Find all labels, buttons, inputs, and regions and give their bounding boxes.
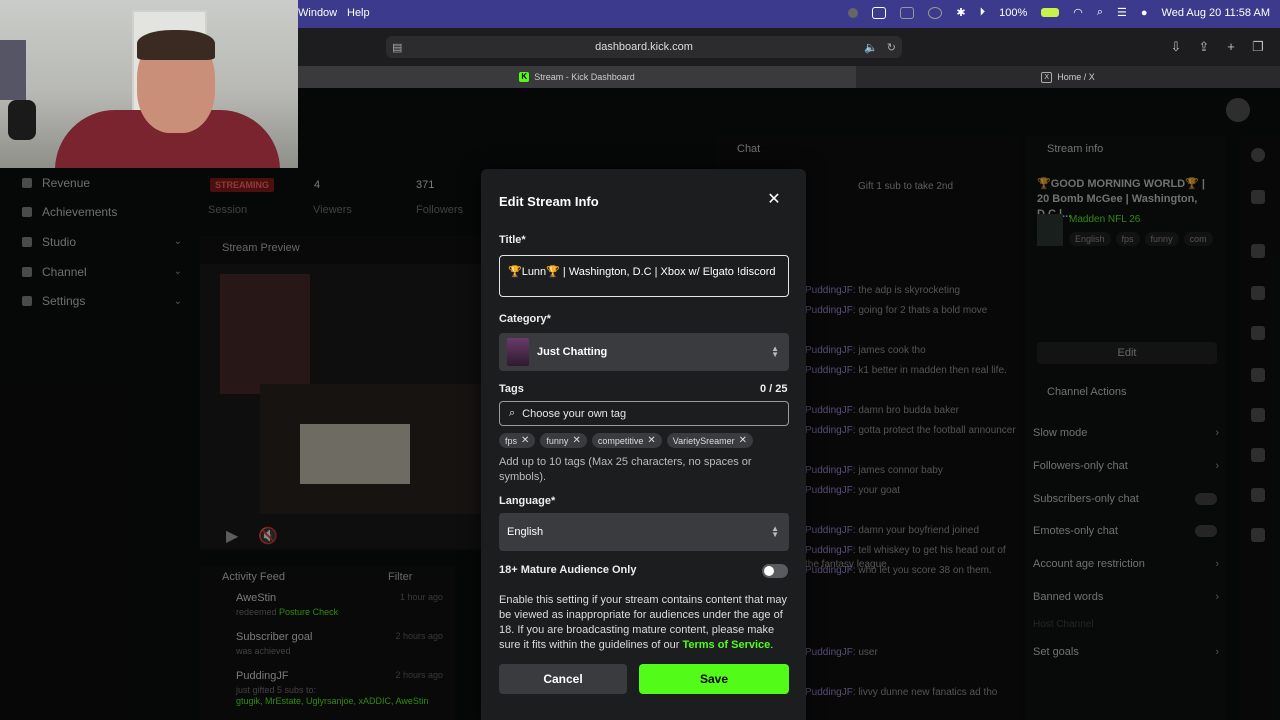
tag-input[interactable]: ⌕ Choose your own tag [499, 401, 789, 426]
select-arrows-icon: ▲ ▼ [771, 344, 779, 359]
category-label: Category* [499, 313, 551, 325]
menu-window[interactable]: Window [298, 7, 337, 19]
tag-label: fps [505, 435, 518, 446]
battery-icon[interactable] [1041, 8, 1060, 17]
tag-label: competitive [597, 435, 644, 446]
close-button[interactable]: ✕ [765, 191, 783, 209]
tag-label: VarietySreamer [672, 435, 735, 446]
modal-title: Edit Stream Info [499, 194, 599, 209]
screen: Window Help ✱ ⏵ 100% ◠ ⌕ ☰ ● Wed Aug 20 … [0, 0, 1280, 720]
x-logo-icon: X [1041, 71, 1053, 83]
microphone [8, 100, 36, 140]
record-icon[interactable] [848, 7, 859, 18]
language-value: English [507, 526, 544, 538]
title-input[interactable]: 🏆Lunn🏆 | Washington, D.C | Xbox w/ Elgat… [499, 255, 789, 297]
mature-toggle[interactable] [762, 564, 788, 578]
tags-count: 0 / 25 [760, 383, 788, 395]
url-text: dashboard.kick.com [595, 41, 693, 53]
remove-tag-icon[interactable]: ✕ [521, 435, 529, 446]
screen-mirror-icon[interactable] [872, 6, 887, 19]
person-hair [137, 30, 215, 60]
new-tab-icon[interactable]: + [1223, 39, 1239, 55]
address-bar[interactable]: ▤ dashboard.kick.com 🔈 ↻ [386, 36, 902, 58]
bluetooth-icon[interactable]: ✱ [956, 6, 965, 19]
mature-description-end: . [770, 639, 774, 651]
save-button[interactable]: Save [639, 664, 789, 694]
audio-icon[interactable]: 🔈 [864, 41, 878, 54]
wall-art [0, 40, 26, 100]
selected-tags: fps ✕ funny ✕ competitive ✕ VarietySreamer ✕ [499, 433, 753, 448]
tab-kick-dashboard[interactable]: K Stream - Kick Dashboard [298, 66, 856, 88]
tag-chip: funny ✕ [540, 433, 587, 448]
siri-icon[interactable]: ● [1141, 7, 1148, 19]
toggle-knob [764, 566, 774, 576]
focus-icon[interactable] [928, 6, 943, 19]
tag-placeholder: Choose your own tag [522, 407, 627, 420]
terms-of-service-link[interactable]: Terms of Service [682, 639, 770, 651]
remove-tag-icon[interactable]: ✕ [647, 435, 655, 446]
language-select[interactable]: English ▲ ▼ [499, 513, 789, 551]
play-icon[interactable]: ⏵ [980, 6, 986, 19]
tag-chip: fps ✕ [499, 433, 536, 448]
download-icon[interactable]: ⇩ [1168, 39, 1184, 55]
wifi-icon[interactable]: ◠ [1073, 6, 1083, 19]
category-select[interactable]: Just Chatting ▲ ▼ [499, 333, 789, 371]
clock[interactable]: Wed Aug 20 11:58 AM [1162, 7, 1270, 19]
tags-label: Tags [499, 383, 524, 395]
category-thumbnail [507, 338, 529, 366]
tags-help-text: Add up to 10 tags (Max 25 characters, no… [499, 456, 752, 483]
edit-stream-info-modal: Edit Stream Info ✕ Title* 🏆Lunn🏆 | Washi… [481, 169, 806, 720]
category-value: Just Chatting [537, 346, 608, 358]
remove-tag-icon[interactable]: ✕ [739, 435, 747, 446]
tab-overview-icon[interactable]: ❐ [1250, 39, 1266, 55]
control-center-icon[interactable]: ☰ [1117, 6, 1127, 19]
search-icon[interactable]: ⌕ [1097, 6, 1103, 19]
select-arrows-icon: ▲ ▼ [771, 524, 779, 539]
menu-help[interactable]: Help [347, 7, 370, 19]
tab-label: Stream - Kick Dashboard [534, 72, 635, 82]
reload-icon[interactable]: ↻ [887, 41, 896, 54]
tab-label: Home / X [1057, 72, 1095, 82]
menubar-status: ✱ ⏵ 100% ◠ ⌕ ☰ ● Wed Aug 20 11:58 AM [848, 6, 1270, 19]
share-icon[interactable]: ⇪ [1196, 39, 1212, 55]
cancel-button[interactable]: Cancel [499, 664, 627, 694]
close-icon: ✕ [767, 191, 781, 208]
tab-x-home[interactable]: X Home / X [856, 66, 1280, 88]
page-icon: ▤ [392, 41, 403, 54]
mature-description: Enable this setting if your stream conta… [499, 593, 791, 653]
webcam-feed [0, 0, 298, 168]
search-icon: ⌕ [509, 407, 516, 419]
title-label: Title* [499, 234, 526, 246]
tag-label: funny [546, 435, 569, 446]
language-label: Language* [499, 495, 556, 507]
remove-tag-icon[interactable]: ✕ [572, 435, 580, 446]
battery-text: 100% [999, 6, 1028, 19]
kick-logo-icon: K [519, 72, 530, 82]
tag-chip: competitive ✕ [591, 433, 662, 448]
display-icon[interactable] [900, 6, 915, 19]
tag-chip: VarietySreamer ✕ [666, 433, 753, 448]
mature-label: 18+ Mature Audience Only [499, 564, 637, 576]
